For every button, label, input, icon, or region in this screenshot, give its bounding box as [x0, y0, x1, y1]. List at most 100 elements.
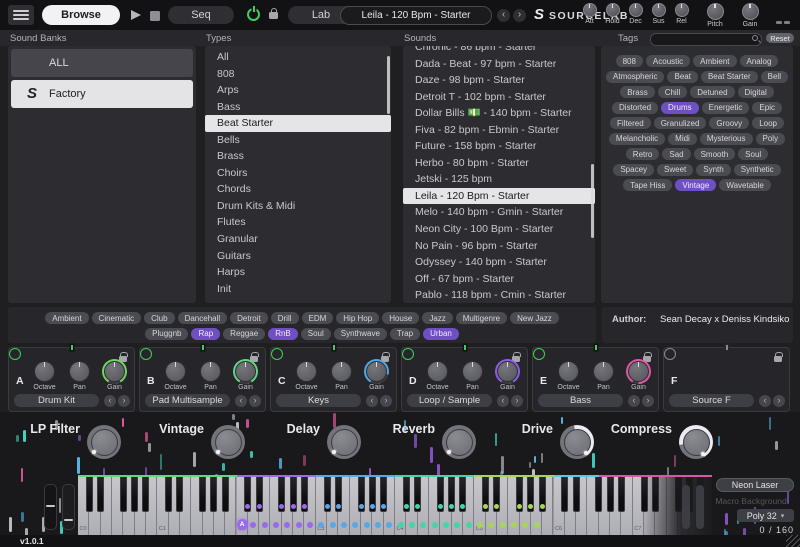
- preset-next-button[interactable]: ›: [513, 9, 526, 22]
- genre-chip-cinematic[interactable]: Cinematic: [92, 312, 142, 324]
- source-prev-button[interactable]: ‹: [366, 395, 378, 407]
- tag-chip-acoustic[interactable]: Acoustic: [646, 55, 690, 67]
- source-name-display[interactable]: Pad Multisample: [145, 394, 230, 407]
- source-knob-gain[interactable]: Gain: [230, 359, 262, 393]
- knob-dial[interactable]: [462, 361, 483, 382]
- source-knob-pan[interactable]: Pan: [326, 359, 358, 393]
- type-item[interactable]: Bells: [205, 132, 391, 149]
- tag-chip-groovy[interactable]: Groovy: [709, 117, 749, 129]
- source-next-button[interactable]: ›: [380, 395, 392, 407]
- sounds-scrollbar[interactable]: [591, 164, 594, 238]
- tag-chip-mysterious[interactable]: Mysterious: [700, 133, 753, 145]
- poly-dropdown[interactable]: Poly 32 ▾: [737, 509, 794, 522]
- source-lock-icon[interactable]: [774, 356, 782, 362]
- sound-item[interactable]: Melo - 140 bpm - Gmin - Starter: [403, 204, 595, 221]
- sound-item[interactable]: Off - 67 bpm - Starter: [403, 271, 595, 288]
- env-knob-sus[interactable]: Sus: [647, 2, 670, 30]
- env-knob-rel[interactable]: Rel: [670, 2, 693, 30]
- browse-button[interactable]: Browse: [42, 5, 120, 25]
- knob-dial[interactable]: [558, 361, 579, 382]
- source-knob-pan[interactable]: Pan: [64, 359, 96, 393]
- source-next-button[interactable]: ›: [773, 395, 785, 407]
- tag-chip-spacey[interactable]: Spacey: [613, 164, 654, 176]
- knob-dial[interactable]: [235, 361, 256, 382]
- tag-chip-ambient[interactable]: Ambient: [693, 55, 736, 67]
- genre-chip-new-jazz[interactable]: New Jazz: [510, 312, 559, 324]
- tag-search[interactable]: [650, 33, 762, 46]
- env-knob-att[interactable]: Att: [578, 2, 601, 30]
- type-item[interactable]: Flutes: [205, 214, 391, 231]
- genre-chip-detroit[interactable]: Detroit: [230, 312, 268, 324]
- pitch-knob-dial[interactable]: [707, 3, 724, 20]
- piano-key-black[interactable]: [131, 477, 138, 512]
- tag-chip-soul[interactable]: Soul: [738, 148, 768, 160]
- genre-chip-jazz[interactable]: Jazz: [422, 312, 452, 324]
- tag-chip-detuned[interactable]: Detuned: [690, 86, 734, 98]
- genre-chip-hip-hop[interactable]: Hip Hop: [336, 312, 379, 324]
- effect-knob-reverb[interactable]: [442, 425, 476, 459]
- tag-chip-digital[interactable]: Digital: [738, 86, 774, 98]
- source-knob-gain[interactable]: Gain: [623, 359, 655, 393]
- reset-button[interactable]: Reset: [766, 33, 794, 43]
- tag-chip-chill[interactable]: Chill: [658, 86, 688, 98]
- type-item[interactable]: Granular: [205, 231, 391, 248]
- type-item[interactable]: Bass: [205, 99, 391, 116]
- knob-dial[interactable]: [34, 361, 55, 382]
- type-item[interactable]: Init: [205, 281, 391, 298]
- sound-item[interactable]: Chronic - 86 bpm - Starter: [403, 46, 595, 56]
- tag-chip-808[interactable]: 808: [616, 55, 643, 67]
- source-power-icon[interactable]: [9, 348, 21, 360]
- resize-indicator-icon[interactable]: [776, 21, 792, 24]
- piano-key-black[interactable]: [607, 477, 614, 512]
- sound-item[interactable]: Dollar Bills 💵 - 140 bpm - Starter: [403, 105, 595, 122]
- knob-dial[interactable]: [104, 361, 125, 382]
- source-knob-pan[interactable]: Pan: [588, 359, 620, 393]
- tag-search-input[interactable]: [655, 34, 749, 45]
- genre-chip-reggae[interactable]: Reggae: [223, 328, 265, 340]
- effect-knob-body[interactable]: [683, 429, 710, 456]
- tag-chip-drums[interactable]: Drums: [661, 102, 699, 114]
- genre-chip-multigenre[interactable]: Multigenre: [456, 312, 507, 324]
- sound-item[interactable]: Neon City - 100 Bpm - Starter: [403, 221, 595, 238]
- knob-dial[interactable]: [296, 361, 317, 382]
- tag-chip-brass[interactable]: Brass: [620, 86, 654, 98]
- sound-item[interactable]: Daze - 98 bpm - Starter: [403, 72, 595, 89]
- source-next-button[interactable]: ›: [642, 395, 654, 407]
- tag-chip-granulized[interactable]: Granulized: [654, 117, 707, 129]
- sound-item[interactable]: Detroit T - 102 bpm - Starter: [403, 89, 595, 106]
- tag-chip-midi[interactable]: Midi: [668, 133, 697, 145]
- type-item[interactable]: 808: [205, 66, 391, 83]
- resize-handle-icon[interactable]: [786, 535, 800, 547]
- source-prev-button[interactable]: ‹: [759, 395, 771, 407]
- source-knob-octave[interactable]: Octave: [29, 359, 61, 393]
- source-name-display[interactable]: Source F: [669, 394, 754, 407]
- tag-chip-synthetic[interactable]: Synthetic: [734, 164, 781, 176]
- source-name-display[interactable]: Bass: [538, 394, 623, 407]
- source-knob-octave[interactable]: Octave: [553, 359, 585, 393]
- genre-chip-club[interactable]: Club: [144, 312, 174, 324]
- source-prev-button[interactable]: ‹: [628, 395, 640, 407]
- knob-dial[interactable]: [628, 361, 649, 382]
- source-power-icon[interactable]: [402, 348, 414, 360]
- effect-knob-compress[interactable]: [679, 425, 713, 459]
- genre-chip-ambient[interactable]: Ambient: [45, 312, 88, 324]
- preset-prev-button[interactable]: ‹: [497, 9, 510, 22]
- source-power-icon[interactable]: [664, 348, 676, 360]
- tag-chip-epic[interactable]: Epic: [752, 102, 782, 114]
- tag-chip-beat[interactable]: Beat: [667, 71, 697, 83]
- genre-chip-synthwave[interactable]: Synthwave: [334, 328, 387, 340]
- env-knob-dial[interactable]: [583, 3, 597, 17]
- source-prev-button[interactable]: ‹: [497, 395, 509, 407]
- genre-chip-edm[interactable]: EDM: [302, 312, 334, 324]
- genre-chip-dancehall[interactable]: Dancehall: [178, 312, 228, 324]
- source-knob-octave[interactable]: Octave: [291, 359, 323, 393]
- source-next-button[interactable]: ›: [249, 395, 261, 407]
- knob-dial[interactable]: [331, 361, 352, 382]
- type-item[interactable]: Arps: [205, 82, 391, 99]
- skin-selector-button[interactable]: Neon Laser: [716, 478, 794, 492]
- mod-wheel[interactable]: [62, 484, 75, 530]
- source-knob-gain[interactable]: Gain: [492, 359, 524, 393]
- knob-dial[interactable]: [497, 361, 518, 382]
- effect-knob-lp-filter[interactable]: [87, 425, 121, 459]
- genre-chip-soul[interactable]: Soul: [301, 328, 331, 340]
